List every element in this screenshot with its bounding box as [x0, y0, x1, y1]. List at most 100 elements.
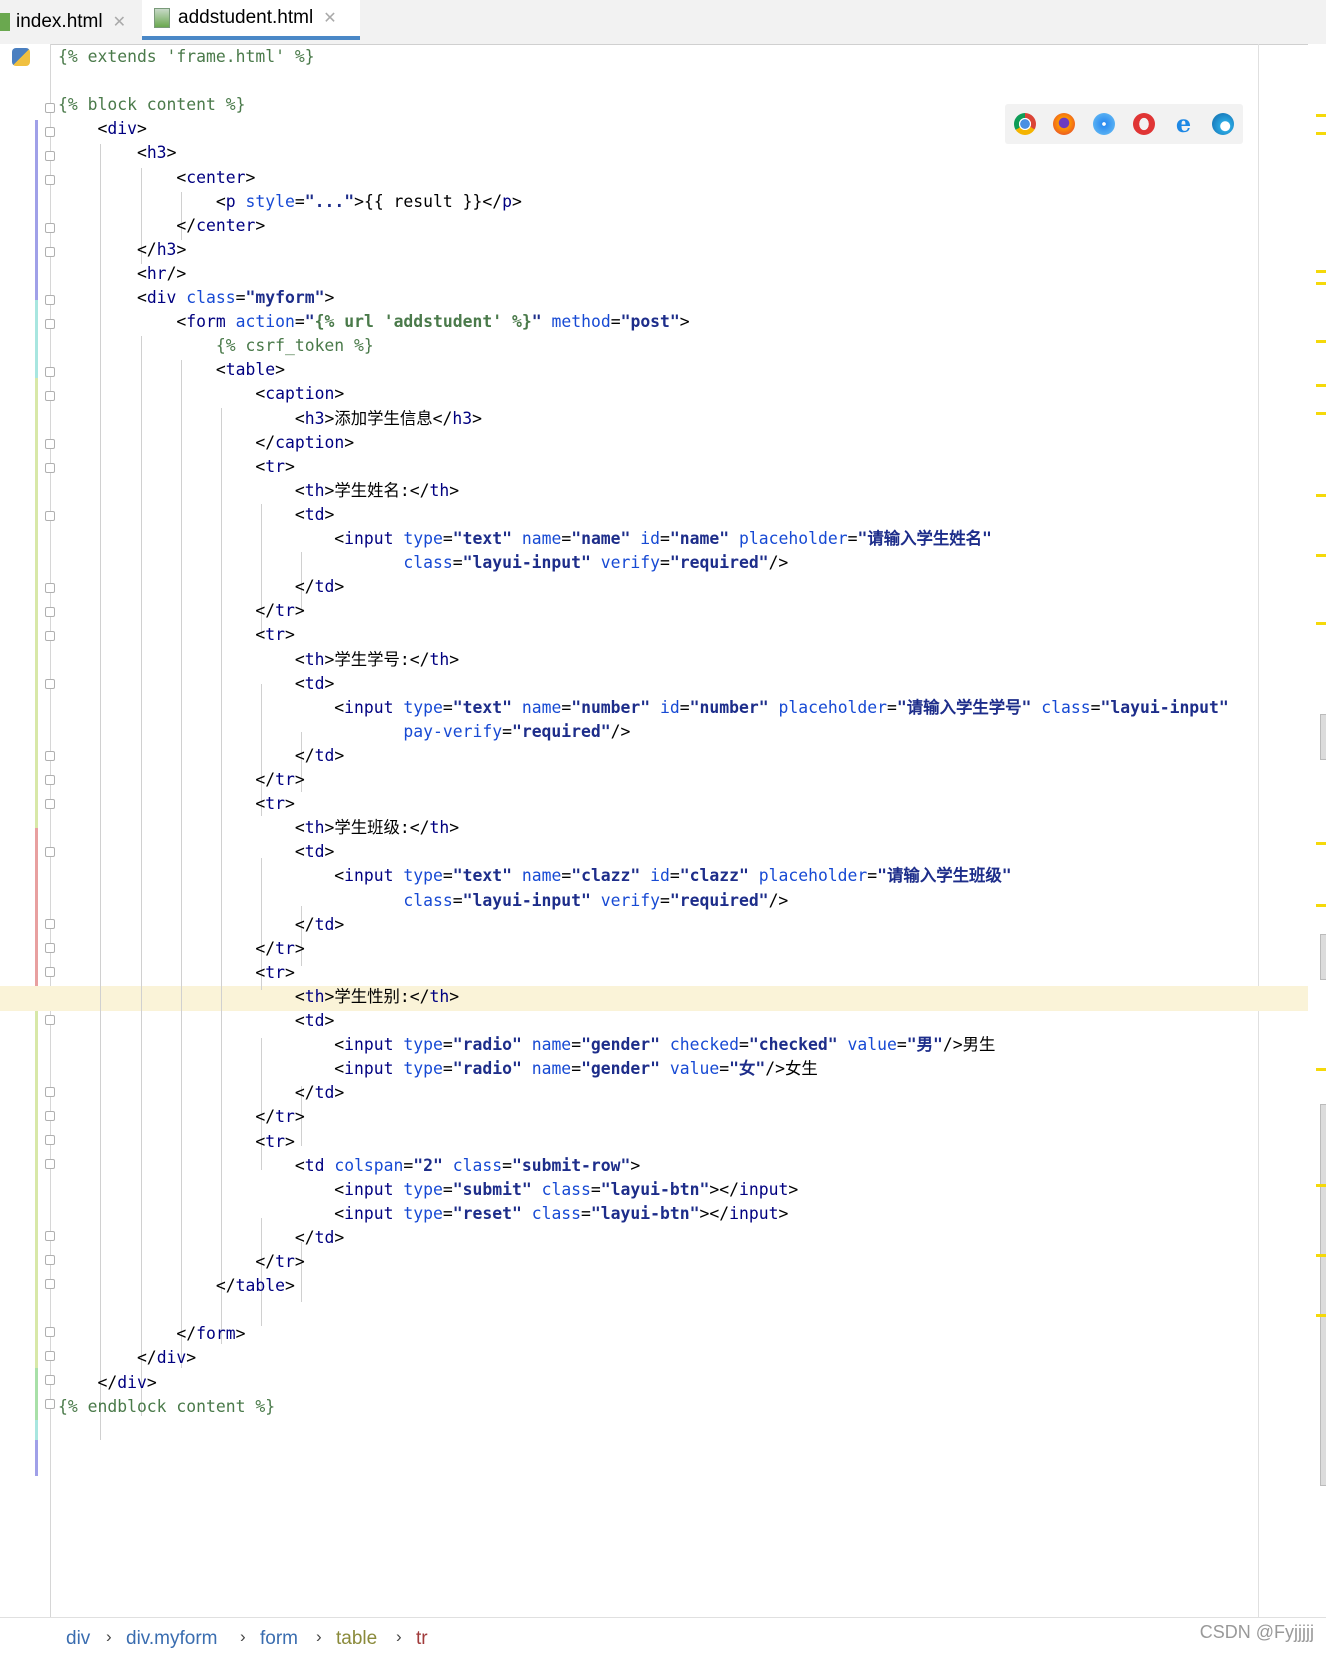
code-line[interactable]: <input type="submit" class="layui-btn"><…: [58, 1177, 798, 1202]
fold-marker[interactable]: [45, 1231, 55, 1241]
code-line[interactable]: </div>: [58, 1370, 156, 1395]
fold-marker[interactable]: [45, 1399, 55, 1409]
code-line[interactable]: <div>: [58, 116, 146, 141]
code-line[interactable]: </tr>: [58, 598, 304, 623]
fold-marker[interactable]: [45, 607, 55, 617]
error-stripe-mark[interactable]: [1316, 384, 1326, 387]
error-stripe-mark[interactable]: [1316, 1314, 1326, 1317]
code-line[interactable]: </td>: [58, 1080, 344, 1105]
fold-marker[interactable]: [45, 1159, 55, 1169]
fold-marker[interactable]: [45, 463, 55, 473]
code-line[interactable]: <form action="{% url 'addstudent' %}" me…: [58, 309, 689, 334]
close-icon[interactable]: ✕: [323, 8, 336, 28]
error-stripe-mark[interactable]: [1316, 270, 1326, 273]
code-line[interactable]: </div>: [58, 1345, 196, 1370]
tab-addstudent-html[interactable]: addstudent.html ✕: [142, 0, 360, 40]
edge-icon[interactable]: [1212, 113, 1235, 135]
fold-marker[interactable]: [45, 943, 55, 953]
code-line[interactable]: <tr>: [58, 622, 295, 647]
scroll-thumb[interactable]: [1320, 934, 1326, 980]
code-line[interactable]: </center>: [58, 213, 265, 238]
fold-marker[interactable]: [45, 247, 55, 257]
code-line[interactable]: {% block content %}: [58, 92, 246, 117]
code-line[interactable]: <h3>添加学生信息</h3>: [58, 406, 482, 431]
breadcrumb-item-tr[interactable]: tr: [416, 1628, 428, 1650]
error-stripe-mark[interactable]: [1316, 904, 1326, 907]
breadcrumb-item-form[interactable]: form: [260, 1628, 298, 1650]
code-line[interactable]: <td>: [58, 502, 335, 527]
error-stripe-mark[interactable]: [1316, 494, 1326, 497]
close-icon[interactable]: ✕: [113, 12, 126, 32]
code-line[interactable]: <td>: [58, 1008, 335, 1033]
breadcrumb-item-table[interactable]: table: [336, 1628, 377, 1650]
fold-marker[interactable]: [45, 919, 55, 929]
chrome-icon[interactable]: [1013, 113, 1036, 135]
code-line[interactable]: {% extends 'frame.html' %}: [58, 44, 315, 69]
fold-marker[interactable]: [45, 1375, 55, 1385]
error-stripe-mark[interactable]: [1316, 842, 1326, 845]
error-stripe-mark[interactable]: [1316, 282, 1326, 285]
code-line[interactable]: <th>学生学号:</th>: [58, 647, 459, 672]
scroll-thumb[interactable]: [1320, 1104, 1326, 1486]
fold-marker[interactable]: [45, 1351, 55, 1361]
fold-marker[interactable]: [45, 631, 55, 641]
fold-marker[interactable]: [45, 511, 55, 521]
fold-marker[interactable]: [45, 391, 55, 401]
code-line[interactable]: </tr>: [58, 767, 304, 792]
fold-marker[interactable]: [45, 799, 55, 809]
code-line[interactable]: <th>学生性别:</th>: [58, 984, 459, 1009]
code-line[interactable]: </td>: [58, 912, 344, 937]
code-line[interactable]: <input type="radio" name="gender" value=…: [58, 1056, 817, 1081]
code-line[interactable]: </tr>: [58, 1104, 304, 1129]
editor-scrollbar[interactable]: [1308, 44, 1326, 1624]
breadcrumb-item-div-myform[interactable]: div.myform: [126, 1628, 217, 1650]
code-line[interactable]: </tr>: [58, 936, 304, 961]
scroll-thumb[interactable]: [1320, 714, 1326, 760]
code-line[interactable]: <table>: [58, 357, 285, 382]
code-line[interactable]: <td colspan="2" class="submit-row">: [58, 1153, 640, 1178]
code-line[interactable]: <tr>: [58, 960, 295, 985]
tab-index-html[interactable]: index.html ✕: [0, 0, 136, 44]
code-line[interactable]: </h3>: [58, 237, 186, 262]
error-stripe-mark[interactable]: [1316, 412, 1326, 415]
code-line[interactable]: <input type="reset" class="layui-btn"></…: [58, 1201, 788, 1226]
code-line[interactable]: <hr/>: [58, 261, 186, 286]
code-line[interactable]: <center>: [58, 165, 255, 190]
code-line[interactable]: <td>: [58, 839, 335, 864]
fold-marker[interactable]: [45, 295, 55, 305]
error-stripe-mark[interactable]: [1316, 1254, 1326, 1257]
code-line[interactable]: <p style="...">{{ result }}</p>: [58, 189, 522, 214]
fold-marker[interactable]: [45, 151, 55, 161]
fold-marker[interactable]: [45, 319, 55, 329]
fold-marker[interactable]: [45, 1279, 55, 1289]
code-line[interactable]: <caption>: [58, 381, 344, 406]
code-line[interactable]: <input type="text" name="name" id="name"…: [58, 526, 992, 551]
code-line[interactable]: <div class="myform">: [58, 285, 334, 310]
fold-marker[interactable]: [45, 1015, 55, 1025]
code-line[interactable]: <th>学生班级:</th>: [58, 815, 459, 840]
fold-marker[interactable]: [45, 367, 55, 377]
error-stripe-mark[interactable]: [1316, 340, 1326, 343]
code-line[interactable]: </form>: [58, 1321, 245, 1346]
fold-marker[interactable]: [45, 775, 55, 785]
fold-marker[interactable]: [45, 1255, 55, 1265]
code-line[interactable]: <tr>: [58, 791, 295, 816]
code-line[interactable]: </caption>: [58, 430, 354, 455]
fold-marker[interactable]: [45, 1087, 55, 1097]
code-line[interactable]: class="layui-input" verify="required"/>: [58, 888, 788, 913]
fold-marker[interactable]: [45, 1111, 55, 1121]
code-line[interactable]: </td>: [58, 574, 344, 599]
safari-icon[interactable]: [1093, 113, 1116, 135]
code-line[interactable]: <h3>: [58, 140, 177, 165]
code-line[interactable]: <td>: [58, 671, 335, 696]
breadcrumb-item-div[interactable]: div: [66, 1628, 90, 1650]
fold-marker[interactable]: [45, 847, 55, 857]
error-stripe-mark[interactable]: [1316, 622, 1326, 625]
code-line[interactable]: <input type="text" name="clazz" id="claz…: [58, 863, 1011, 888]
error-stripe-mark[interactable]: [1316, 132, 1326, 135]
fold-marker[interactable]: [45, 175, 55, 185]
code-line[interactable]: </td>: [58, 1225, 344, 1250]
code-line[interactable]: {% endblock content %}: [58, 1394, 275, 1419]
code-line[interactable]: <input type="radio" name="gender" checke…: [58, 1032, 995, 1057]
error-stripe-mark[interactable]: [1316, 1184, 1326, 1187]
